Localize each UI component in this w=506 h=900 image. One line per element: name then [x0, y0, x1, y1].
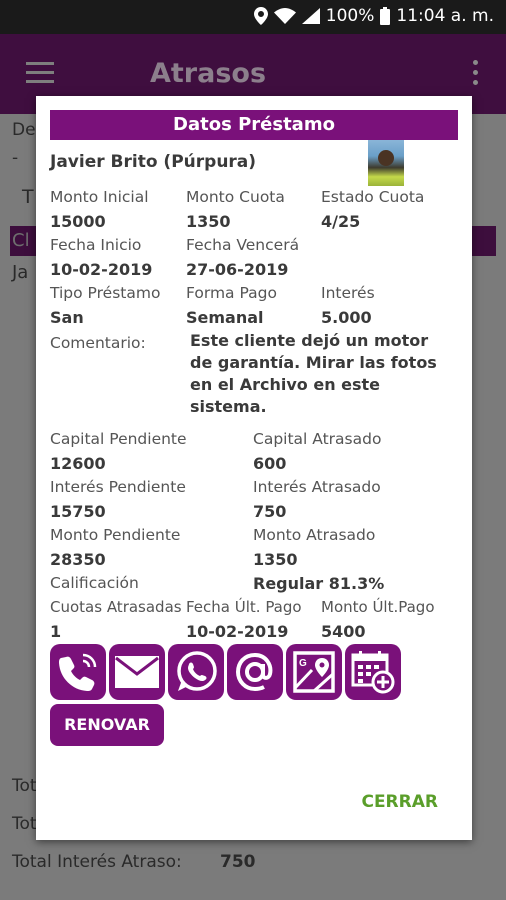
call-button[interactable] — [50, 644, 106, 700]
interes-pendiente-value: 15750 — [50, 502, 106, 521]
capital-pendiente-label: Capital Pendiente — [50, 430, 187, 448]
cerrar-button[interactable]: CERRAR — [361, 792, 438, 812]
client-name: Javier Brito (Púrpura) — [50, 152, 257, 172]
location-icon — [253, 7, 268, 25]
whatsapp-button[interactable] — [168, 644, 224, 700]
renovar-button[interactable]: RENOVAR — [50, 704, 164, 746]
clock: 11:04 a. m. — [396, 6, 494, 26]
fecha-ult-pago-label: Fecha Últ. Pago — [186, 598, 302, 616]
overflow-menu-icon[interactable] — [473, 60, 478, 90]
bg-row-text: Ja — [12, 262, 29, 283]
forma-pago-label: Forma Pago — [186, 284, 277, 302]
client-photo[interactable] — [368, 140, 404, 186]
total-interes-label: Total Interés Atraso: — [12, 852, 182, 872]
fecha-vencera-label: Fecha Vencerá — [186, 236, 300, 254]
fecha-inicio-label: Fecha Inicio — [50, 236, 142, 254]
monto-inicial-value: 15000 — [50, 212, 106, 231]
monto-inicial-label: Monto Inicial — [50, 188, 149, 206]
monto-atrasado-value: 1350 — [253, 550, 298, 569]
map-button[interactable]: G — [286, 644, 342, 700]
bg-text: - — [12, 148, 19, 168]
interes-pendiente-label: Interés Pendiente — [50, 478, 186, 496]
cuotas-atrasadas-label: Cuotas Atrasadas — [50, 598, 182, 616]
fecha-vencera-value: 27-06-2019 — [186, 260, 289, 279]
monto-cuota-value: 1350 — [186, 212, 231, 231]
battery-percent: 100% — [325, 6, 375, 26]
fecha-inicio-value: 10-02-2019 — [50, 260, 153, 279]
signal-icon — [301, 8, 320, 24]
svg-text:G: G — [299, 658, 307, 669]
tipo-prestamo-value: San — [50, 308, 84, 327]
email-icon — [115, 656, 159, 688]
email-button[interactable] — [109, 644, 165, 700]
map-icon: G — [293, 651, 335, 693]
calificacion-label: Calificación — [50, 574, 139, 592]
at-icon — [235, 652, 273, 692]
calificacion-value: Regular 81.3% — [253, 574, 385, 593]
monto-pendiente-label: Monto Pendiente — [50, 526, 181, 544]
interes-atrasado-label: Interés Atrasado — [253, 478, 381, 496]
wifi-icon — [273, 8, 296, 24]
tipo-prestamo-label: Tipo Préstamo — [50, 284, 161, 302]
capital-atrasado-value: 600 — [253, 454, 287, 473]
bg-total: Tot — [12, 814, 37, 834]
bg-text: T — [22, 186, 34, 208]
monto-ult-pago-label: Monto Últ.Pago — [321, 598, 435, 616]
total-interes-value: 750 — [220, 852, 256, 872]
interes-label: Interés — [321, 284, 375, 302]
loan-details-dialog: Datos Préstamo Javier Brito (Púrpura) Mo… — [36, 96, 472, 840]
estado-cuota-value: 4/25 — [321, 212, 361, 231]
schedule-button[interactable] — [345, 644, 401, 700]
battery-icon — [380, 7, 391, 25]
page-title: Atrasos — [150, 58, 267, 89]
cuotas-atrasadas-value: 1 — [50, 622, 62, 641]
action-icon-row: G — [50, 644, 401, 700]
bg-text: De — [12, 120, 36, 140]
capital-pendiente-value: 12600 — [50, 454, 106, 473]
monto-atrasado-label: Monto Atrasado — [253, 526, 376, 544]
monto-cuota-label: Monto Cuota — [186, 188, 285, 206]
estado-cuota-label: Estado Cuota — [321, 188, 425, 206]
forma-pago-value: Semanal — [186, 308, 264, 327]
whatsapp-icon — [177, 651, 217, 691]
monto-pendiente-value: 28350 — [50, 550, 106, 569]
capital-atrasado-label: Capital Atrasado — [253, 430, 382, 448]
comentario-label: Comentario: — [50, 334, 146, 352]
at-button[interactable] — [227, 644, 283, 700]
monto-ult-pago-value: 5400 — [321, 622, 366, 641]
interes-value: 5.000 — [321, 308, 372, 327]
comentario-text: Este cliente dejó un motor de garantía. … — [190, 331, 437, 416]
bg-total: Tot — [12, 776, 37, 796]
dialog-title: Datos Préstamo — [50, 110, 458, 140]
calendar-add-icon — [351, 651, 395, 694]
status-bar: 100% 11:04 a. m. — [0, 0, 506, 34]
interes-atrasado-value: 750 — [253, 502, 287, 521]
menu-icon[interactable] — [26, 62, 54, 89]
phone-icon — [59, 653, 97, 691]
fecha-ult-pago-value: 10-02-2019 — [186, 622, 289, 641]
